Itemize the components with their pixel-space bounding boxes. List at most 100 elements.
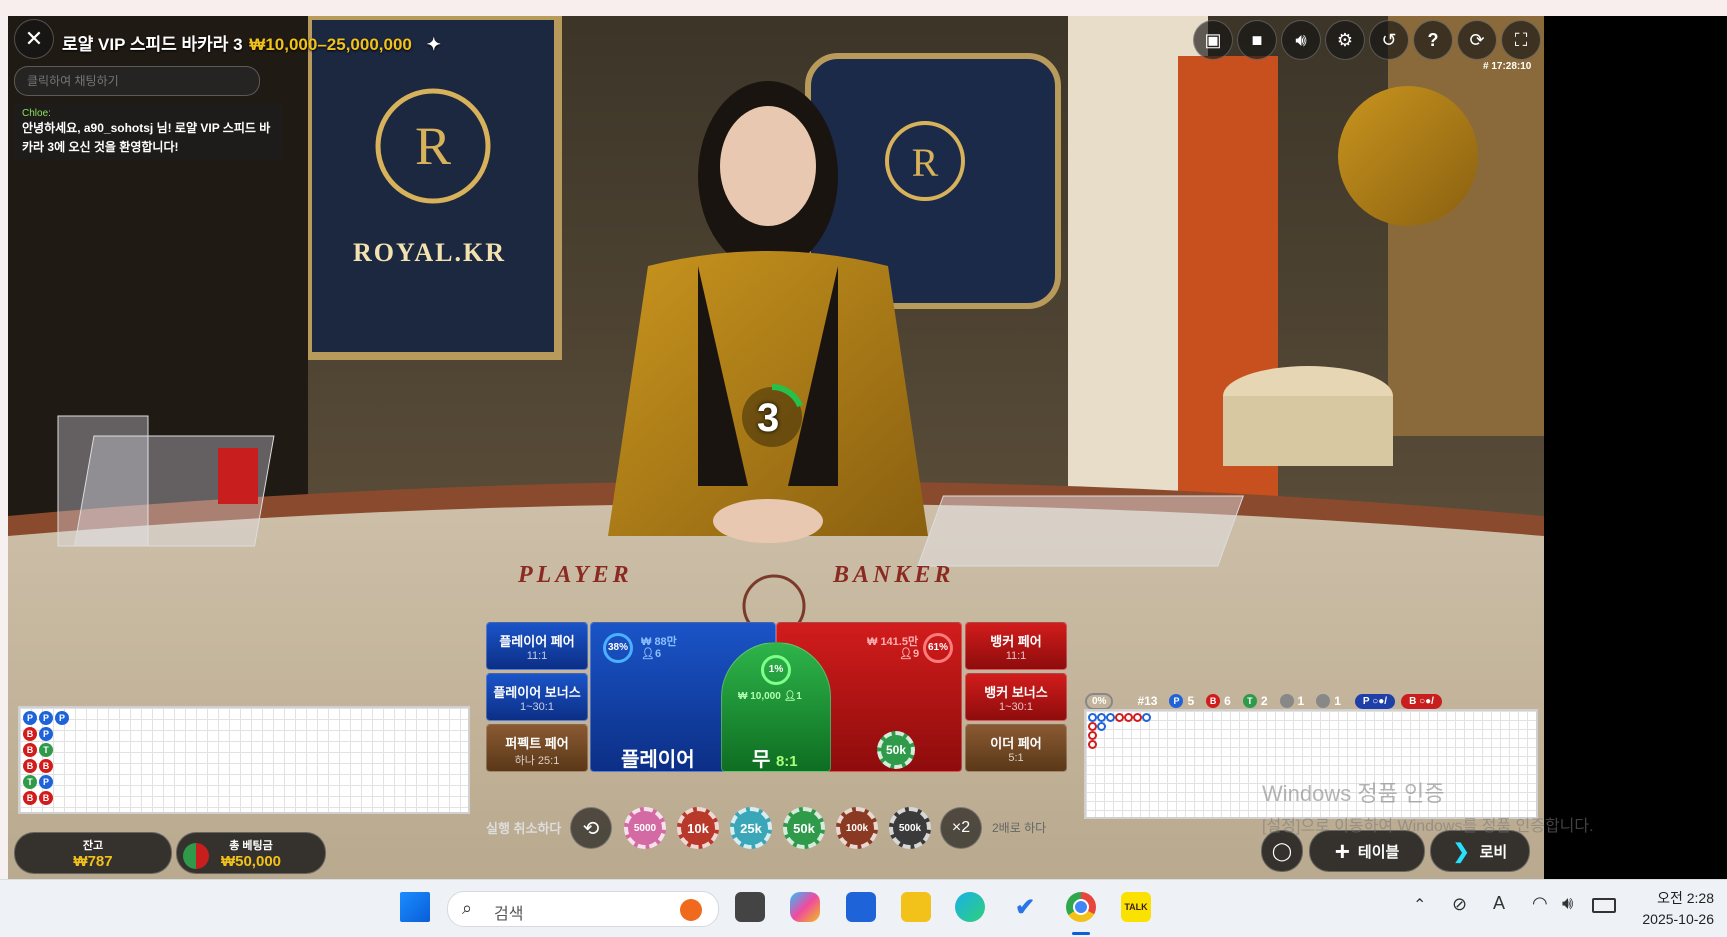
win-percent: 0% [1085, 692, 1114, 710]
tie-odds: 8:1 [775, 753, 798, 770]
video-button[interactable]: ■ [1237, 20, 1277, 60]
banker-wins: 6 [1224, 694, 1231, 708]
banker-pair-odds: 11:1 [1005, 650, 1027, 662]
help-button[interactable]: ? [1413, 20, 1453, 60]
chat-input-wrapper[interactable] [14, 66, 260, 96]
search-icon: ⌕ [462, 898, 473, 918]
tie-main-bet[interactable]: 1% ₩ 10,000 👤︎1 무 8:1 [721, 642, 831, 772]
bead-road-item: P [39, 727, 53, 741]
activation-subtitle: [설정]으로 이동하여 Windows를 정품 인증합니다. [1262, 818, 1594, 835]
player-pair-icon [1279, 694, 1294, 708]
banker-bonus-odds: 1~30:1 [999, 701, 1033, 713]
bead-road-left[interactable]: PPPBPBTBBTPBB [18, 706, 470, 814]
clock[interactable]: 오전 2:28 2025-10-26 [1630, 888, 1714, 927]
bead-road-item: B [23, 759, 37, 773]
balance-pill: 잔고 ₩787 [14, 832, 172, 874]
perfect-pair-bet[interactable]: 퍼펙트 페어 하나 25:1 [486, 724, 588, 772]
wifi-icon[interactable]: ◠ [1532, 893, 1548, 914]
either-pair-odds: 5:1 [1008, 752, 1024, 764]
banker-pair-bet[interactable]: 뱅커 페어 11:1 [965, 622, 1067, 670]
settings-button[interactable]: ⚙ [1325, 20, 1365, 60]
chip-50k[interactable]: 50k [783, 807, 825, 849]
banker-bonus-bet[interactable]: 뱅커 보너스 1~30:1 [965, 673, 1067, 721]
chat-bubble-icon: ◯ [1271, 840, 1293, 861]
activation-watermark: Windows 정품 인증 [설정]으로 이동하여 Windows를 정품 인증… [1262, 776, 1594, 836]
table-banker-label: BANKER [833, 562, 955, 588]
volume-icon[interactable]: 🔊︎ [1562, 893, 1573, 914]
input-method-icon[interactable]: A [1493, 893, 1505, 914]
user-icon: 👤︎ [641, 648, 655, 660]
settings-icon: ⚙ [1336, 29, 1354, 50]
tray-overflow-icon[interactable]: ⌃ [1413, 895, 1426, 915]
player-bonus-odds: 1~30:1 [520, 701, 554, 713]
banker-count: 👤︎9 [899, 648, 920, 660]
tie-wins: 2 [1260, 694, 1268, 708]
table-name: 로얄 VIP 스피드 바카라 3 [62, 35, 243, 54]
either-pair-bet[interactable]: 이더 페어 5:1 [965, 724, 1067, 772]
refresh-button[interactable]: ⟳ [1457, 20, 1497, 60]
kakaotalk-icon[interactable]: TALK [1121, 892, 1151, 922]
player-bonus-bet[interactable]: 플레이어 보너스 1~30:1 [486, 673, 588, 721]
search-placeholder: 검색 [494, 906, 524, 923]
chip-100k[interactable]: 100k [836, 807, 878, 849]
balance-value: ₩787 [73, 853, 113, 870]
copilot-icon[interactable] [790, 892, 820, 922]
banker-placed-chip: 50k [877, 731, 915, 769]
chip-10k[interactable]: 10k [677, 807, 719, 849]
add-table-button[interactable]: + 테이블 [1309, 830, 1425, 872]
bead-road-item: B [39, 791, 53, 805]
add-table-label: 테이블 [1357, 843, 1400, 861]
network-off-icon[interactable]: ⊘ [1452, 894, 1467, 915]
player-count: 👤︎6 [641, 648, 662, 660]
chat-input[interactable] [25, 73, 249, 89]
player-pair-odds: 11:1 [526, 650, 548, 662]
windows-start-icon[interactable] [400, 892, 430, 922]
undo-button[interactable]: ⟲ [570, 807, 612, 849]
player-pair-bet[interactable]: 플레이어 페어 11:1 [486, 622, 588, 670]
chip-25k[interactable]: 25k [730, 807, 772, 849]
fullscreen-button[interactable]: ⛶ [1501, 20, 1541, 60]
road-mark [1097, 713, 1106, 722]
bead-road-item: B [23, 727, 37, 741]
tie-percent: 1% [761, 655, 791, 685]
road-mark [1088, 731, 1097, 740]
store-icon[interactable] [846, 892, 876, 922]
perfect-pair-label: 퍼펙트 페어 [505, 736, 569, 751]
banker-pair-wins: 1 [1334, 694, 1341, 708]
fullscreen-icon: ⛶ [1514, 29, 1528, 50]
double-button[interactable]: ×2 [940, 807, 982, 849]
bead-road-item: P [55, 711, 69, 725]
edge-icon[interactable] [955, 892, 985, 922]
banker-bonus-label: 뱅커 보너스 [984, 685, 1048, 700]
live-video-stage[interactable]: R R ROYAL.KR PLAYER BANKER 3 ✕ 로얄 VIP 스피… [8, 16, 1544, 879]
pin-icon[interactable]: ✦ [427, 35, 441, 54]
studio-sign: ROYAL.KR [353, 238, 507, 267]
player-ask-button[interactable]: P ○●/ [1354, 693, 1396, 709]
player-count-badge: P [1169, 694, 1184, 708]
lobby-button[interactable]: ❯ 로비 [1430, 830, 1530, 872]
todo-icon[interactable]: ✔ [1010, 892, 1040, 922]
chat-bubble-button[interactable]: ◯ [1261, 830, 1303, 872]
task-view-icon[interactable] [735, 892, 765, 922]
player-pair-wins: 1 [1297, 694, 1305, 708]
chip-5000[interactable]: 5000 [624, 807, 666, 849]
sound-button[interactable]: 🔊︎ [1281, 20, 1321, 60]
taskbar-search[interactable]: ⌕ 검색 [447, 891, 719, 927]
road-mark [1142, 713, 1151, 722]
chat-toggle-button[interactable]: ▣ [1193, 20, 1233, 60]
table-limits: ₩10,000–25,000,000 [249, 35, 412, 54]
bead-road-item: T [23, 775, 37, 789]
bead-road-item: B [39, 759, 53, 773]
history-button[interactable]: ↺ [1369, 20, 1409, 60]
tie-label-group: 무 8:1 [752, 743, 798, 772]
player-percent: 38% [603, 633, 633, 663]
chat-text: 안녕하세요, a90_sohotsj 님! 로얄 VIP 스피드 바카라 3에 … [22, 121, 271, 154]
banker-ask-button[interactable]: B ○●/ [1401, 693, 1442, 709]
chip-500k[interactable]: 500k [889, 807, 931, 849]
battery-icon[interactable] [1592, 898, 1616, 913]
chip-stack-icon [183, 843, 209, 869]
player-bonus-label: 플레이어 보너스 [493, 685, 581, 700]
chrome-icon[interactable] [1066, 892, 1096, 922]
file-explorer-icon[interactable] [901, 892, 931, 922]
close-button[interactable]: ✕ [14, 19, 54, 59]
